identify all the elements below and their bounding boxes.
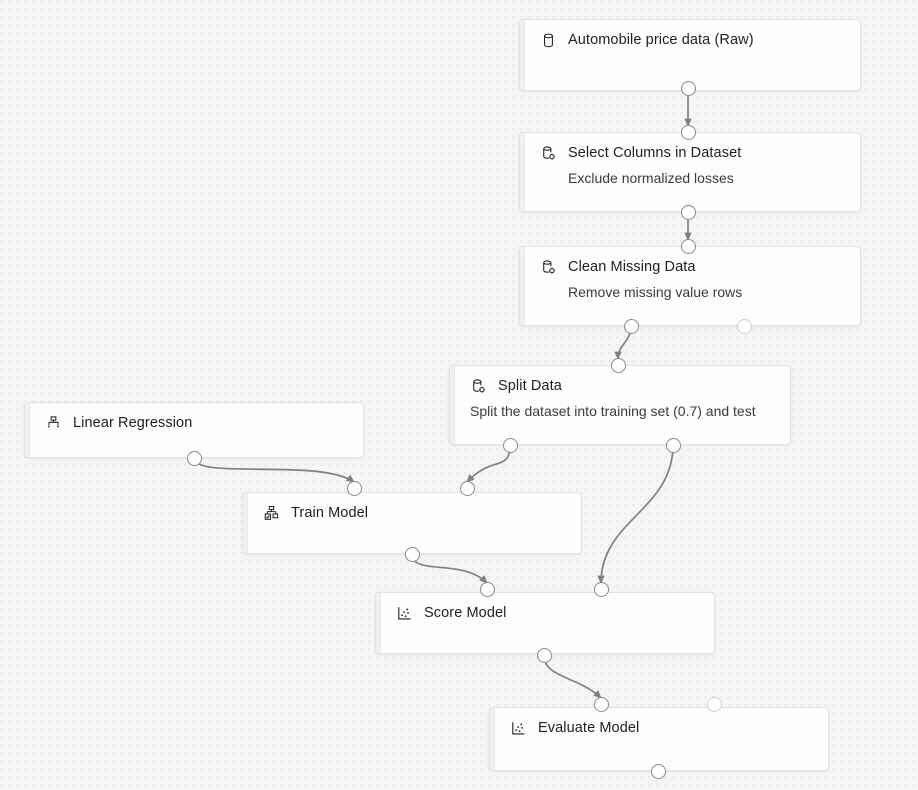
train-model-dataset-input[interactable] — [460, 481, 475, 496]
node-title: Linear Regression — [73, 414, 192, 432]
edge-split-data-to-score-model[interactable] — [601, 445, 673, 583]
evaluate-model-scored-dataset-to-compare-input[interactable] — [707, 697, 722, 712]
dataset-transform-icon — [468, 376, 488, 396]
linear-regression-untrained-model-output[interactable] — [187, 451, 202, 466]
node-accent-bar — [25, 403, 30, 457]
score-model-trained-model-input[interactable] — [480, 582, 495, 597]
automobile-price-data-raw-dataset-output[interactable] — [681, 81, 696, 96]
score-scatter-icon — [394, 603, 414, 623]
dataset-icon — [538, 30, 558, 50]
edge-split-data-to-train-model[interactable] — [467, 445, 510, 482]
node-title: Evaluate Model — [538, 719, 639, 737]
select-columns-in-dataset-dataset-input[interactable] — [681, 125, 696, 140]
node-title: Train Model — [291, 504, 368, 522]
node-comment: Exclude normalized losses — [520, 163, 860, 187]
node-linear-regression[interactable]: Linear Regression — [24, 402, 364, 458]
node-evaluate-model[interactable]: Evaluate Model — [489, 707, 829, 771]
node-accent-bar — [520, 20, 525, 90]
edge-linear-regression-to-train-model[interactable] — [194, 458, 354, 482]
node-accent-bar — [450, 366, 455, 444]
node-title: Score Model — [424, 604, 507, 622]
split-data-results-dataset1-output[interactable] — [503, 438, 518, 453]
node-header: Linear Regression — [25, 403, 363, 433]
node-accent-bar — [520, 247, 525, 325]
dataset-transform-icon — [538, 257, 558, 277]
node-header: Evaluate Model — [490, 708, 828, 738]
dataset-transform-icon — [538, 143, 558, 163]
clean-missing-data-cleaning-transformation-output[interactable] — [737, 319, 752, 334]
score-model-scored-dataset-output[interactable] — [537, 648, 552, 663]
split-data-dataset-input[interactable] — [611, 358, 626, 373]
node-accent-bar — [376, 593, 381, 653]
score-model-dataset-input[interactable] — [594, 582, 609, 597]
node-accent-bar — [520, 133, 525, 211]
node-split-data[interactable]: Split Data Split the dataset into traini… — [449, 365, 791, 445]
node-clean-missing-data[interactable]: Clean Missing Data Remove missing value … — [519, 246, 861, 326]
node-select-columns-in-dataset[interactable]: Select Columns in Dataset Exclude normal… — [519, 132, 861, 212]
model-algorithm-icon — [43, 413, 63, 433]
node-title: Split Data — [498, 377, 562, 395]
evaluate-model-evaluation-results-output[interactable] — [651, 764, 666, 779]
clean-missing-data-cleaned-dataset-output[interactable] — [624, 319, 639, 334]
node-title: Clean Missing Data — [568, 258, 696, 276]
node-header: Train Model — [243, 493, 581, 523]
node-accent-bar — [243, 493, 248, 553]
clean-missing-data-dataset-input[interactable] — [681, 239, 696, 254]
node-comment: Split the dataset into training set (0.7… — [450, 396, 790, 420]
pipeline-canvas[interactable]: Automobile price data (Raw) Select Colum… — [0, 0, 918, 790]
edge-train-model-to-score-model[interactable] — [412, 554, 487, 583]
node-header: Automobile price data (Raw) — [520, 20, 860, 50]
train-model-icon — [261, 503, 281, 523]
train-model-trained-model-output[interactable] — [405, 547, 420, 562]
node-train-model[interactable]: Train Model — [242, 492, 582, 554]
train-model-untrained-model-input[interactable] — [347, 481, 362, 496]
node-title: Select Columns in Dataset — [568, 144, 741, 162]
node-header: Score Model — [376, 593, 714, 623]
node-comment: Remove missing value rows — [520, 277, 860, 301]
evaluate-model-scored-dataset-input[interactable] — [594, 697, 609, 712]
select-columns-in-dataset-results-dataset-output[interactable] — [681, 205, 696, 220]
node-title: Automobile price data (Raw) — [568, 31, 754, 49]
score-scatter-icon — [508, 718, 528, 738]
node-score-model[interactable]: Score Model — [375, 592, 715, 654]
node-accent-bar — [490, 708, 495, 770]
split-data-results-dataset2-output[interactable] — [666, 438, 681, 453]
edge-score-model-to-evaluate-model[interactable] — [544, 655, 601, 698]
